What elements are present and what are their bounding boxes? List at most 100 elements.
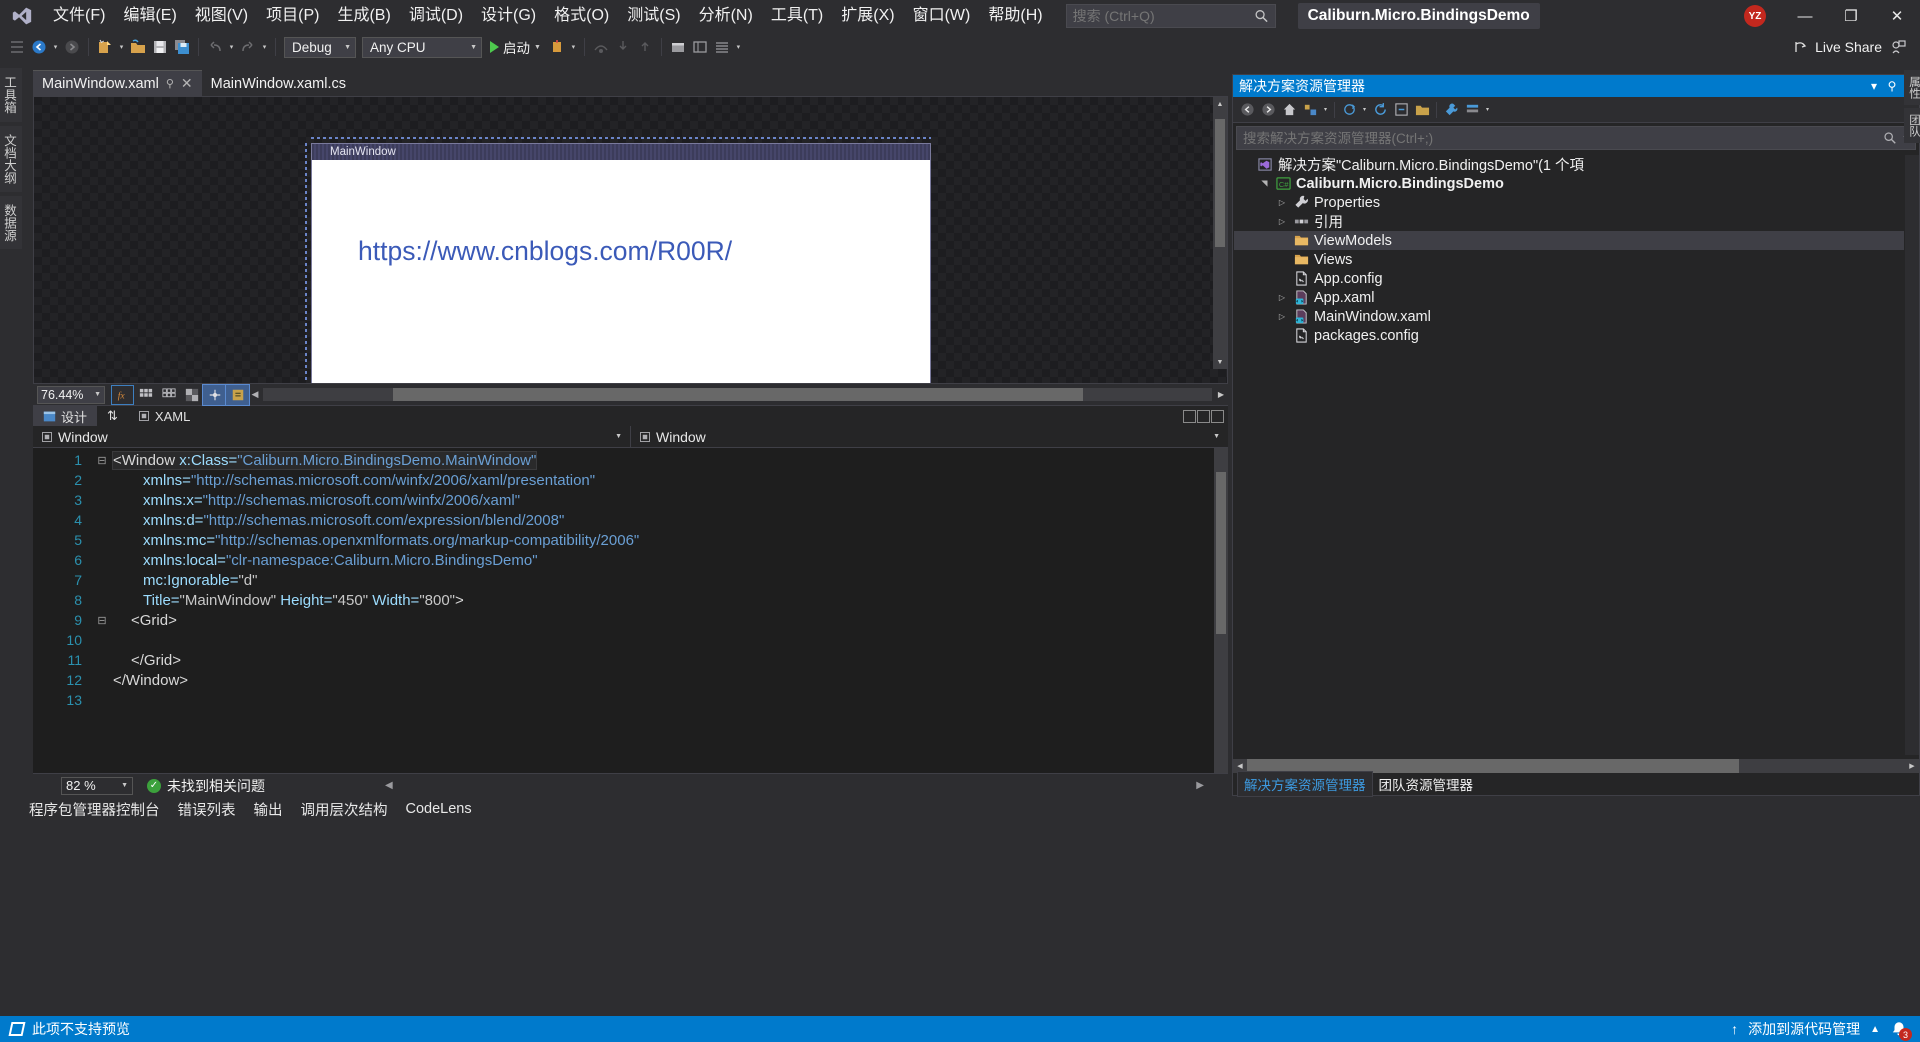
code-line[interactable]: 3 xmlns:x="http://schemas.microsoft.com/w… <box>33 490 1228 510</box>
chevron-expanded-icon[interactable]: ◢ <box>1260 176 1269 192</box>
redo-icon[interactable] <box>237 35 259 59</box>
rail-item-toolbox[interactable]: 工具箱 <box>0 68 22 122</box>
artboard-toggle-button[interactable] <box>202 383 227 406</box>
code-line[interactable]: 12 </Window> <box>33 670 1228 690</box>
rail-item-properties[interactable]: 属性 <box>1904 70 1920 105</box>
code-line[interactable]: 13 <box>33 690 1228 710</box>
scroll-up-icon[interactable]: ▲ <box>1213 97 1227 111</box>
menu-tools[interactable]: 工具(T) <box>762 0 832 32</box>
chevron-down-icon[interactable]: ▾ <box>1321 99 1330 121</box>
issue-status[interactable]: ✓ 未找到相关问题 <box>147 776 265 796</box>
solution-tree[interactable]: 解决方案"Caliburn.Micro.BindingsDemo"(1 个項 ◢ C… <box>1234 155 1904 755</box>
navigate-backward-caret-icon[interactable]: ▾ <box>50 35 61 59</box>
chevron-collapsed-icon[interactable]: ▷ <box>1274 217 1290 226</box>
code-line[interactable]: 5 xmlns:mc="http://schemas.openxmlformats… <box>33 530 1228 550</box>
menu-project[interactable]: 项目(P) <box>257 0 328 32</box>
disable-project-code-button[interactable] <box>225 383 250 406</box>
source-control-label[interactable]: 添加到源代码管理 <box>1748 1019 1860 1039</box>
save-all-icon[interactable] <box>171 35 193 59</box>
code-line[interactable]: 2 xmlns="http://schemas.microsoft.com/win… <box>33 470 1228 490</box>
back-icon[interactable] <box>1237 99 1257 121</box>
chevron-collapsed-icon[interactable]: ▷ <box>1274 312 1290 321</box>
new-project-caret-icon[interactable]: ▾ <box>116 35 127 59</box>
redo-caret-icon[interactable]: ▾ <box>259 35 270 59</box>
undo-caret-icon[interactable]: ▾ <box>226 35 237 59</box>
designer-horizontal-scrollbar[interactable] <box>263 388 1212 401</box>
editor-scroll-thumb[interactable] <box>1216 472 1226 634</box>
menu-debug[interactable]: 调试(D) <box>400 0 472 32</box>
minimize-button[interactable]: — <box>1782 0 1828 32</box>
chevron-up-icon[interactable]: ▲ <box>1870 1024 1880 1035</box>
tree-node[interactable]: ▷ MainWindow.xaml <box>1234 307 1904 326</box>
collapse-all-icon[interactable] <box>1391 99 1411 121</box>
footer-tab-team-explorer[interactable]: 团队资源管理器 <box>1373 772 1480 796</box>
code-line[interactable]: 6 xmlns:local="clr-namespace:Caliburn.Mic… <box>33 550 1228 570</box>
scroll-right-icon[interactable]: ▶ <box>1196 780 1204 791</box>
close-button[interactable]: ✕ <box>1874 0 1920 32</box>
bottom-tab-output[interactable]: 输出 <box>245 796 292 823</box>
open-file-icon[interactable] <box>127 35 149 59</box>
view-options-icon[interactable] <box>1462 99 1482 121</box>
toolbox-panel-icon[interactable] <box>667 35 689 59</box>
tab-mainwindow-xaml-cs[interactable]: MainWindow.xaml.cs <box>201 70 356 96</box>
tree-node[interactable]: Views <box>1234 250 1904 269</box>
snap-to-alignment-button[interactable] <box>180 385 203 405</box>
refresh-icon[interactable] <box>1370 99 1390 121</box>
notifications-button[interactable]: 3 <box>1890 1020 1912 1041</box>
code-line[interactable]: 11 </Grid> <box>33 650 1228 670</box>
split-horizontal-button[interactable] <box>1197 409 1210 423</box>
swap-panes-button[interactable]: ⇅ <box>97 406 128 426</box>
menu-window[interactable]: 窗口(W) <box>904 0 980 32</box>
home-icon[interactable] <box>1279 99 1299 121</box>
chevron-down-icon[interactable]: ▾ <box>1865 77 1883 95</box>
editor-vertical-scrollbar[interactable] <box>1214 448 1228 773</box>
chevron-down-icon[interactable]: ▾ <box>1483 99 1492 121</box>
solution-explorer-search[interactable]: ▼ <box>1236 126 1916 150</box>
pin-icon[interactable]: ⚲ <box>166 77 174 90</box>
menu-analyze[interactable]: 分析(N) <box>690 0 762 32</box>
designer-vertical-scrollbar[interactable]: ▲ ▼ <box>1213 97 1227 369</box>
design-surface[interactable]: MainWindow https://www.cnblogs.com/R00R/ <box>34 97 1227 383</box>
pending-changes-icon[interactable] <box>1300 99 1320 121</box>
hot-reload-icon[interactable] <box>546 35 568 59</box>
navigate-forward-icon[interactable] <box>61 35 83 59</box>
breadcrumb-right[interactable]: Window ▼ <box>630 426 1228 447</box>
tree-node[interactable]: ◢ C# Caliburn.Micro.BindingsDemo <box>1234 174 1904 193</box>
start-debugging-button[interactable]: 启动 ▼ <box>485 35 546 59</box>
account-avatar[interactable]: YZ <box>1744 5 1766 27</box>
chevron-down-icon[interactable]: ▾ <box>1360 99 1369 121</box>
navigate-backward-icon[interactable] <box>28 35 50 59</box>
editor-zoom-combo[interactable]: 82 % ▼ <box>61 776 133 795</box>
designer-scroll-thumb[interactable] <box>1215 119 1225 247</box>
designer-hscroll-thumb[interactable] <box>393 388 1083 401</box>
quick-launch-search[interactable] <box>1065 4 1276 28</box>
code-line[interactable]: 4 xmlns:d="http://schemas.microsoft.com/e… <box>33 510 1228 530</box>
tree-node[interactable]: 解决方案"Caliburn.Micro.BindingsDemo"(1 个項 <box>1234 155 1904 174</box>
menu-build[interactable]: 生成(B) <box>328 0 399 32</box>
pin-icon[interactable]: ⚲ <box>1883 77 1901 95</box>
solution-explorer-panel-icon[interactable] <box>711 35 733 59</box>
menu-file[interactable]: 文件(F) <box>44 0 114 32</box>
fold-toggle-icon[interactable]: ⊟ <box>91 614 113 627</box>
tree-node[interactable]: ▷ 引用 <box>1234 212 1904 231</box>
panels-caret-icon[interactable]: ▾ <box>733 35 744 59</box>
split-vertical-button[interactable] <box>1183 409 1196 423</box>
step-over-icon[interactable] <box>590 35 612 59</box>
code-line[interactable]: 8 Title="MainWindow" Height="450" Width="… <box>33 590 1228 610</box>
collapse-pane-button[interactable] <box>1211 409 1224 423</box>
maximize-button[interactable]: ❐ <box>1828 0 1874 32</box>
code-line[interactable]: 1 ⊟ <Window x:Class="Caliburn.Micro.Bindin… <box>33 450 1228 470</box>
code-line[interactable]: 9 ⊟ <Grid> <box>33 610 1228 630</box>
solution-search-input[interactable] <box>1243 130 1884 146</box>
solution-configuration-combo[interactable]: Debug ▼ <box>284 36 356 58</box>
designer-zoom-combo[interactable]: 76.44% ▼ <box>37 385 105 404</box>
menu-test[interactable]: 测试(S) <box>618 0 689 32</box>
rail-item-data-sources[interactable]: 数据源 <box>0 195 22 249</box>
tab-mainwindow-xaml[interactable]: MainWindow.xaml ⚲ ✕ <box>33 70 202 96</box>
tree-node[interactable]: ▷ App.xaml <box>1234 288 1904 307</box>
new-project-icon[interactable] <box>94 35 116 59</box>
effects-toggle-button[interactable]: fx <box>111 384 134 405</box>
tree-node[interactable]: App.config <box>1234 269 1904 288</box>
menu-extensions[interactable]: 扩展(X) <box>832 0 903 32</box>
window-preview[interactable]: MainWindow https://www.cnblogs.com/R00R/ <box>311 143 931 383</box>
